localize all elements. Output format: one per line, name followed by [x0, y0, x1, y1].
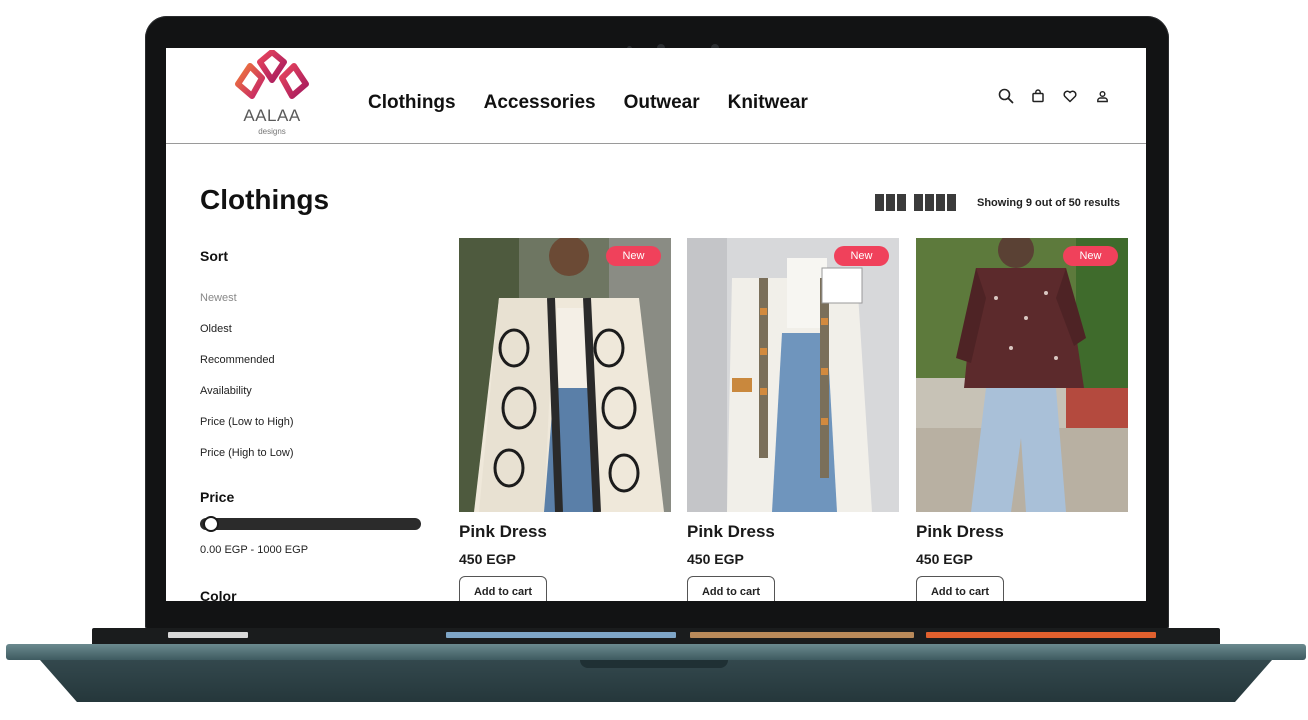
product-name[interactable]: Pink Dress — [459, 522, 671, 542]
screen-reflection — [690, 632, 914, 638]
laptop-screen: AALAA designs Clothings Accessories Outw… — [166, 48, 1146, 601]
grid-view-toggles — [875, 194, 956, 211]
product-image[interactable]: New — [459, 238, 671, 512]
search-icon[interactable] — [996, 86, 1016, 106]
product-name[interactable]: Pink Dress — [687, 522, 899, 542]
product-image[interactable]: New — [916, 238, 1128, 512]
brand-subtitle: designs — [258, 127, 286, 136]
nav-accessories[interactable]: Accessories — [484, 92, 596, 114]
sort-option-recommended[interactable]: Recommended — [200, 354, 275, 366]
screen-reflection — [926, 632, 1156, 638]
laptop-notch — [580, 660, 728, 668]
price-range-label: 0.00 EGP - 1000 EGP — [200, 544, 309, 556]
brand-name: AALAA — [243, 106, 301, 125]
new-badge: New — [1063, 246, 1118, 266]
price-heading: Price — [200, 489, 235, 505]
color-heading: Color — [200, 588, 237, 601]
logo-mark-icon — [235, 49, 309, 99]
sort-option-price-low-high[interactable]: Price (Low to High) — [200, 416, 294, 428]
sort-option-newest[interactable]: Newest — [200, 292, 237, 304]
nav-clothings[interactable]: Clothings — [368, 92, 456, 114]
add-to-cart-button[interactable]: Add to cart — [459, 576, 547, 601]
header-actions — [996, 86, 1112, 106]
product-price: 450 EGP — [459, 551, 516, 567]
product-price: 450 EGP — [916, 551, 973, 567]
sort-heading: Sort — [200, 248, 228, 264]
screen-reflection — [446, 632, 676, 638]
sort-option-price-high-low[interactable]: Price (High to Low) — [200, 447, 294, 459]
user-icon[interactable] — [1092, 86, 1112, 106]
screen-reflection — [168, 632, 248, 638]
product-card: New Pink Dress 450 EGP Add to cart — [916, 238, 1128, 601]
shopping-bag-icon[interactable] — [1028, 86, 1048, 106]
add-to-cart-button[interactable]: Add to cart — [687, 576, 775, 601]
product-image[interactable]: New — [687, 238, 899, 512]
main-nav: Clothings Accessories Outwear Knitwear — [368, 92, 808, 114]
price-slider-handle[interactable] — [203, 516, 219, 532]
product-name[interactable]: Pink Dress — [916, 522, 1128, 542]
laptop-base-lid — [6, 644, 1306, 660]
product-card: New Pink Dress 450 EGP Add to cart — [459, 238, 671, 601]
new-badge: New — [834, 246, 889, 266]
product-price: 450 EGP — [687, 551, 744, 567]
nav-outwear[interactable]: Outwear — [624, 92, 700, 114]
product-card: New Pink Dress 450 EGP Add to cart — [687, 238, 899, 601]
price-slider-track[interactable] — [200, 518, 421, 530]
page-title: Clothings — [200, 184, 330, 215]
brand-logo[interactable]: AALAA designs — [232, 49, 312, 142]
add-to-cart-button[interactable]: Add to cart — [916, 576, 1004, 601]
nav-knitwear[interactable]: Knitwear — [728, 92, 808, 114]
sort-option-oldest[interactable]: Oldest — [200, 323, 232, 335]
grid-3-columns-icon[interactable] — [875, 194, 906, 211]
new-badge: New — [606, 246, 661, 266]
results-count: Showing 9 out of 50 results — [977, 197, 1121, 209]
sort-option-availability[interactable]: Availability — [200, 385, 252, 397]
grid-4-columns-icon[interactable] — [914, 194, 956, 211]
site-header: AALAA designs Clothings Accessories Outw… — [166, 48, 1146, 144]
heart-icon[interactable] — [1060, 86, 1080, 106]
